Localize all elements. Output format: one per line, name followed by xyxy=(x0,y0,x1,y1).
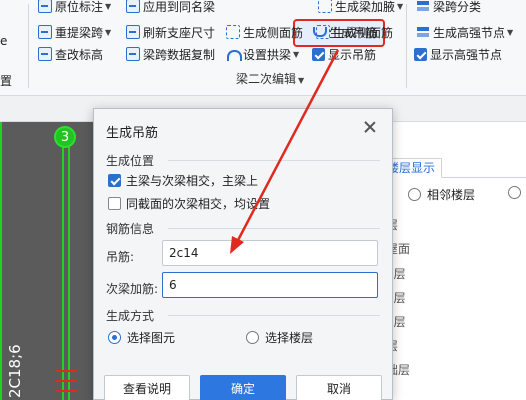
ribbon-divider xyxy=(406,4,407,88)
opt-same-section-label: 同截面的次梁相交，均设置 xyxy=(126,197,271,211)
chevron-down-icon: ▼ xyxy=(298,76,305,85)
cancel-button[interactable]: 取消 xyxy=(296,375,382,400)
mode-select-element-label: 选择图元 xyxy=(127,331,176,345)
beam-haunch-button[interactable]: 生成梁加腋 ▼ xyxy=(318,0,403,16)
section-divider xyxy=(168,228,380,229)
chevron-down-icon: ▼ xyxy=(507,27,514,37)
adjacent-floor-label: 相邻楼层 xyxy=(427,188,476,202)
span-classify-icon xyxy=(416,0,430,13)
check-elevation-icon xyxy=(38,47,52,61)
radio-icon xyxy=(408,188,421,201)
opt-same-section-checkbox[interactable]: 同截面的次梁相交，均设置 xyxy=(108,195,270,212)
side-rebar-icon xyxy=(226,25,240,39)
refresh-support-label: 刷新支座尺寸 xyxy=(143,25,216,40)
hanger-input[interactable] xyxy=(162,240,378,266)
show-hanger-checkbox[interactable]: 显示吊筋 xyxy=(312,44,376,64)
panel-tab-bar: 楼层显示 xyxy=(378,156,526,178)
axis-number-badge: 3 xyxy=(54,126,76,148)
checkbox-checked-icon xyxy=(108,174,121,187)
copy-span-data-icon xyxy=(126,47,140,61)
apply-same-name-icon xyxy=(126,0,140,13)
high-strength-node-icon xyxy=(416,25,430,39)
mode-select-floor-label: 选择楼层 xyxy=(265,331,314,345)
generate-hanger-dialog: 生成吊筋 生成位置 主梁与次梁相交，主梁上 同截面的次梁相交，均设置 钢筋信息 … xyxy=(93,108,393,400)
generate-hanger-button[interactable]: 生成吊筋 xyxy=(312,22,377,42)
check-elevation-label: 查改标高 xyxy=(55,47,104,62)
chevron-down-icon: ▼ xyxy=(105,1,112,11)
arch-beam-button[interactable]: 设置拱梁 ▼ xyxy=(226,44,299,64)
rebar-annotation-text: 2C18;6 xyxy=(6,344,24,398)
ribbon-left-edge-text-2: 置 xyxy=(0,74,13,88)
axis-line xyxy=(68,142,70,400)
chevron-down-icon: ▼ xyxy=(293,49,300,59)
ribbon-toolbar: e 置 原位标注 ▼ 应用到同名梁 生成梁加腋 ▼ 梁跨分类 重提梁跨 ▼ 刷新支座尺… xyxy=(0,0,526,96)
high-strength-node-label: 生成高强节点 xyxy=(433,25,506,40)
show-high-strength-label: 显示高强节点 xyxy=(430,47,503,62)
secondary-rebar-input[interactable] xyxy=(162,272,378,298)
show-hanger-label: 显示吊筋 xyxy=(328,47,377,62)
view-help-button[interactable]: 查看说明 xyxy=(104,375,190,400)
original-annotation-button[interactable]: 原位标注 ▼ xyxy=(38,0,111,16)
span-classify-label: 梁跨分类 xyxy=(433,0,482,14)
ribbon-divider xyxy=(28,4,29,88)
hanger-mark xyxy=(55,370,77,372)
axis-line xyxy=(62,142,64,400)
radio-icon xyxy=(246,331,259,344)
beam-line xyxy=(0,122,2,400)
copy-span-data-label: 梁跨数据复制 xyxy=(143,47,216,62)
refresh-support-button[interactable]: 刷新支座尺寸 xyxy=(126,22,215,42)
hanger-mark xyxy=(55,380,77,382)
checkbox-checked-icon xyxy=(312,47,325,61)
re-extract-span-label: 重提梁跨 xyxy=(55,25,104,40)
generate-hanger-label: 生成吊筋 xyxy=(329,25,378,40)
section-rebar-title: 钢筋信息 xyxy=(106,222,155,236)
show-high-strength-checkbox[interactable]: 显示高强节点 xyxy=(414,44,502,64)
section-position-title: 生成位置 xyxy=(106,154,155,168)
high-strength-node-button[interactable]: 生成高强节点 ▼ xyxy=(416,22,513,42)
beam-haunch-icon xyxy=(318,0,332,13)
ribbon-left-edge-text: e xyxy=(0,34,8,48)
floor-display-panel: 楼层显示 相邻楼层 层 屋面 4层 3层 2层 层 础层 xyxy=(378,122,526,400)
hanger-rebar-icon xyxy=(312,25,327,39)
section-divider xyxy=(168,160,380,161)
side-rebar-button[interactable]: 生成侧面筋 xyxy=(226,22,303,42)
apply-same-name-button[interactable]: 应用到同名梁 xyxy=(126,0,215,16)
adjacent-floor-radio[interactable]: 相邻楼层 xyxy=(408,186,475,203)
mode-select-floor-radio[interactable]: 选择楼层 xyxy=(246,329,313,346)
chevron-down-icon: ▼ xyxy=(105,27,112,37)
secondary-field-label: 次梁加筋: xyxy=(106,282,159,296)
axis-number-label: 3 xyxy=(60,129,70,145)
radio-icon[interactable] xyxy=(508,186,521,199)
hanger-mark xyxy=(55,390,77,392)
chevron-down-icon: ▼ xyxy=(397,1,404,11)
mode-select-element-radio[interactable]: 选择图元 xyxy=(108,329,175,346)
ribbon-group-label[interactable]: 梁二次编辑 ▼ xyxy=(236,70,304,87)
opt-main-secondary-checkbox[interactable]: 主梁与次梁相交，主梁上 xyxy=(108,172,258,189)
checkbox-checked-icon xyxy=(414,47,427,61)
refresh-support-icon xyxy=(126,25,140,39)
re-extract-span-icon xyxy=(38,25,52,39)
close-icon[interactable] xyxy=(362,119,378,135)
section-divider xyxy=(168,315,380,316)
re-extract-span-button[interactable]: 重提梁跨 ▼ xyxy=(38,22,111,42)
arch-beam-icon xyxy=(226,47,242,61)
hanger-field-label: 吊筋: xyxy=(106,250,135,264)
dialog-title: 生成吊筋 xyxy=(106,126,159,141)
ok-button[interactable]: 确定 xyxy=(200,375,286,400)
side-rebar-label: 生成侧面筋 xyxy=(243,25,304,40)
radio-selected-icon xyxy=(108,331,121,344)
original-annotation-icon xyxy=(38,0,52,13)
checkbox-unchecked-icon xyxy=(108,197,121,210)
arch-beam-label: 设置拱梁 xyxy=(243,47,292,62)
section-mode-title: 生成方式 xyxy=(106,309,155,323)
original-annotation-label: 原位标注 xyxy=(55,0,104,14)
beam-haunch-label: 生成梁加腋 xyxy=(335,0,396,14)
copy-span-data-button[interactable]: 梁跨数据复制 xyxy=(126,44,215,64)
apply-same-name-label: 应用到同名梁 xyxy=(143,0,216,14)
opt-main-secondary-label: 主梁与次梁相交，主梁上 xyxy=(126,174,259,188)
span-classify-button[interactable]: 梁跨分类 xyxy=(416,0,481,16)
check-elevation-button[interactable]: 查改标高 xyxy=(38,44,103,64)
